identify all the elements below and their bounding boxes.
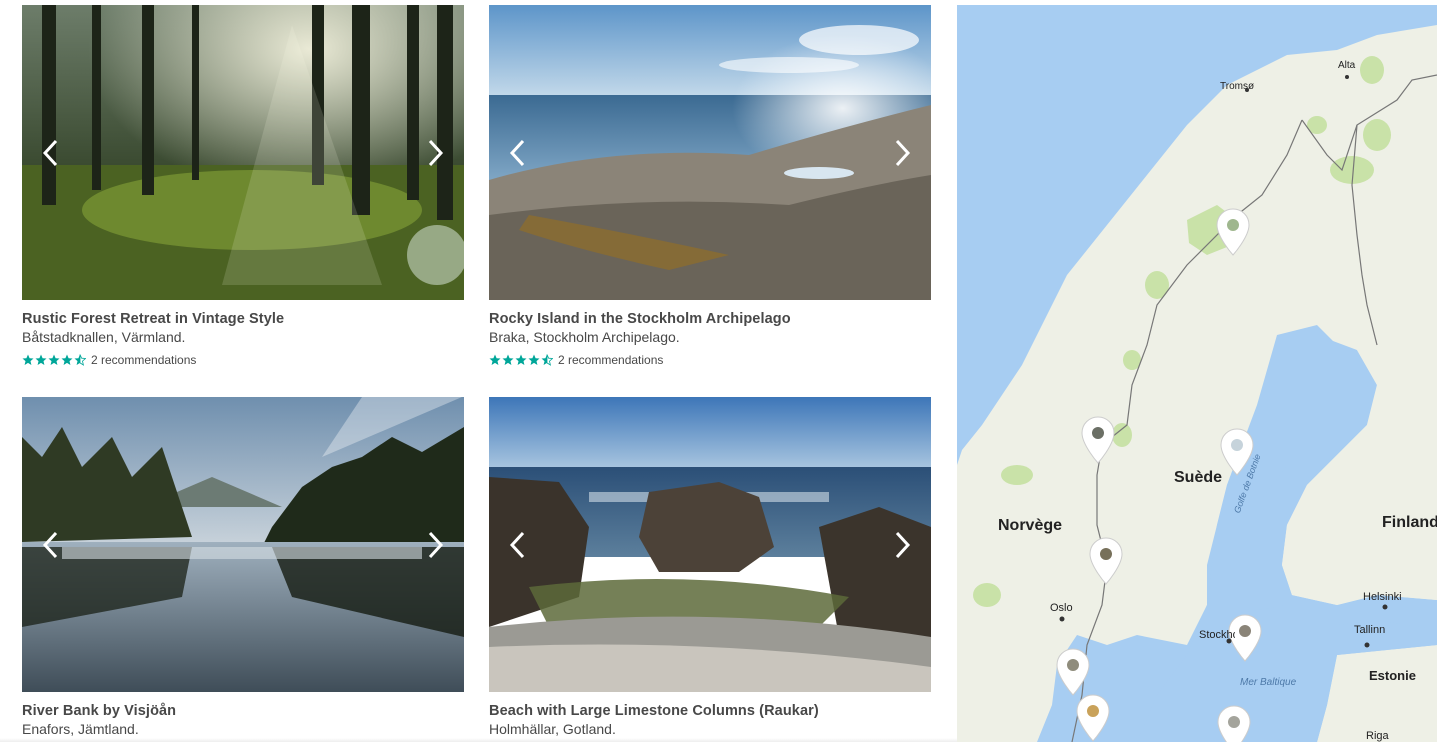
star-icon	[515, 354, 527, 365]
previous-photo-button[interactable]	[503, 525, 533, 565]
listing-photo-archipelago[interactable]	[489, 5, 931, 300]
map-label-country: Norvège	[998, 517, 1063, 534]
map-label-city: Riga	[1366, 730, 1389, 742]
star-icon	[22, 354, 34, 365]
forest-photo-image	[22, 5, 464, 300]
listing-rating: 2 recommendations	[489, 352, 931, 368]
page-bottom-fade	[0, 738, 957, 742]
map-label-country: Suède	[1174, 469, 1223, 486]
listing-photo-river[interactable]	[22, 397, 464, 692]
chevron-right-icon	[895, 531, 911, 558]
recommendation-count: 2 recommendations	[91, 353, 197, 367]
river-photo-image	[22, 397, 464, 692]
previous-photo-button[interactable]	[503, 133, 533, 173]
listing-title[interactable]: Beach with Large Limestone Columns (Rauk…	[489, 702, 931, 720]
recommendation-count: 2 recommendations	[558, 353, 664, 367]
listing-location: Båtstadknallen, Värmland.	[22, 329, 186, 345]
next-photo-button[interactable]	[887, 133, 917, 173]
listing-location: Braka, Stockholm Archipelago.	[489, 329, 680, 345]
star-icon	[35, 354, 47, 365]
listing-card-3[interactable]: River Bank by Visjöån Enafors, Jämtland.	[22, 397, 464, 739]
map-label-city: Tromsø	[1220, 81, 1255, 92]
listing-card-2[interactable]: Rocky Island in the Stockholm Archipelag…	[489, 5, 931, 368]
listing-location: Enafors, Jämtland.	[22, 721, 139, 737]
listing-location: Holmhällar, Gotland.	[489, 721, 616, 737]
chevron-left-icon	[42, 531, 58, 558]
map-label-sea: Mer Baltique	[1240, 677, 1297, 688]
star-icon	[489, 354, 501, 365]
next-photo-button[interactable]	[887, 525, 917, 565]
star-rating	[489, 354, 553, 366]
listing-rating: 2 recommendations	[22, 352, 464, 368]
map-label-city: Oslo	[1050, 602, 1073, 614]
chevron-right-icon	[428, 531, 444, 558]
previous-photo-button[interactable]	[36, 133, 66, 173]
listing-title[interactable]: Rocky Island in the Stockholm Archipelag…	[489, 310, 931, 328]
star-icon	[528, 354, 540, 365]
chevron-right-icon	[428, 139, 444, 166]
star-rating	[22, 354, 86, 366]
listings-map[interactable]: Norvège Suède Finland Alta Tromsø Oslo S…	[957, 5, 1437, 742]
next-photo-button[interactable]	[420, 133, 450, 173]
chevron-left-icon	[42, 139, 58, 166]
chevron-left-icon	[509, 531, 525, 558]
map-label-region: Estonie	[1369, 668, 1416, 683]
limestone-photo-image	[489, 397, 931, 692]
map-label-city: Helsinki	[1363, 591, 1402, 603]
map-label-city: Alta	[1338, 60, 1356, 71]
listing-card-4[interactable]: Beach with Large Limestone Columns (Rauk…	[489, 397, 931, 739]
map-label-country: Finland	[1382, 514, 1437, 531]
map-marker[interactable]	[1217, 705, 1251, 742]
star-icon	[61, 354, 73, 365]
listing-card-1[interactable]: Rustic Forest Retreat in Vintage Style B…	[22, 5, 464, 368]
half-star-icon	[74, 354, 86, 366]
map-label-city: Tallinn	[1354, 624, 1386, 636]
next-photo-button[interactable]	[420, 525, 450, 565]
star-icon	[502, 354, 514, 365]
listing-photo-forest[interactable]	[22, 5, 464, 300]
listing-photo-limestone[interactable]	[489, 397, 931, 692]
chevron-left-icon	[509, 139, 525, 166]
archipelago-photo-image	[489, 5, 931, 300]
star-icon	[48, 354, 60, 365]
half-star-icon	[541, 354, 553, 366]
map-label-city: Stockholm	[1199, 629, 1235, 641]
listing-title[interactable]: River Bank by Visjöån	[22, 702, 464, 720]
listing-title[interactable]: Rustic Forest Retreat in Vintage Style	[22, 310, 464, 328]
chevron-right-icon	[895, 139, 911, 166]
previous-photo-button[interactable]	[36, 525, 66, 565]
